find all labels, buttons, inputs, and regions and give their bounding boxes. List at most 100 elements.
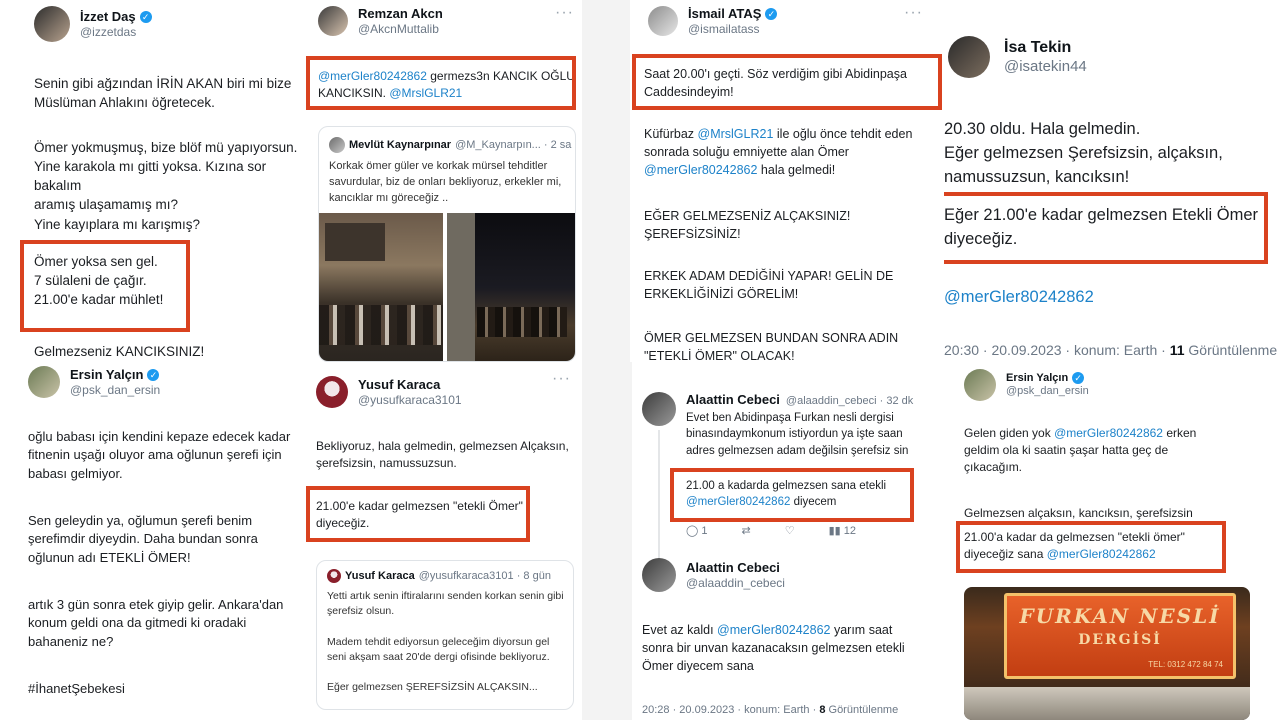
quoted-tweet[interactable]: Mevlüt Kaynarpınar @M_Kaynarpın... · 2 s… [318,126,576,362]
avatar[interactable] [642,392,676,426]
mention-link[interactable]: @merGler80242862 [944,286,1094,309]
tweet-header: Yusuf Karaca @yusufkaraca3101 [316,376,462,408]
tweet-photo[interactable]: FURKAN NESLİ DERGİSİ TEL: 0312 472 84 74 [964,587,1250,720]
tweet-text-span: Gelen giden yok [964,426,1055,440]
tweet-header: İsmail ATAŞ ✓ @ismailatass [648,6,778,36]
avatar[interactable] [642,558,676,592]
author-name[interactable]: İsmail ATAŞ [688,6,761,22]
tweet-text: Senin gibi ağzından İRİN AKAN biri mi bi… [34,76,292,111]
like-icon[interactable]: ♡ [785,524,795,537]
tweet-photo[interactable] [319,213,443,361]
reply-button[interactable]: ◯ 1 [686,524,708,537]
tweet-header: İzzet Daş ✓ @izzetdas [34,6,152,42]
tweet-card-ersin-2: Ersin Yalçın ✓ @psk_dan_ersin Gelen giden… [944,365,1280,720]
tweet-text-span: Evet az kaldı [642,623,718,637]
avatar[interactable] [964,369,996,401]
tweet-card-ersin-1: Ersin Yalçın ✓ @psk_dan_ersin oğlu babası… [0,362,300,720]
photo-bottom [964,687,1250,720]
quoted-author-name: Yusuf Karaca [345,570,415,582]
mention-link[interactable]: @MrslGLR21 [698,127,774,141]
avatar[interactable] [34,6,70,42]
avatar [329,137,345,153]
tweet-card-remzan: Remzan Akcn @AkcnMuttalib ··· @merGler80… [300,0,582,362]
quoted-tweet-text: Korkak ömer güler ve korkak mürsel tehdi… [329,160,562,204]
author-handle[interactable]: @AkcnMuttalib [358,22,443,36]
tweet-meta: 20:30 · 20.09.2023 · konum: Earth · 11 G… [944,342,1277,358]
retweet-icon[interactable]: ⇄ [742,524,751,537]
mention-link[interactable]: @merGler80242862 [717,623,830,637]
reply-count: 1 [701,525,708,537]
tweet-text: Gelmezsen alçaksın, kancıksın, şerefsizs… [964,506,1193,520]
author-handle[interactable]: @isatekin44 [1004,58,1087,76]
author-name[interactable]: Alaattin Cebeci [686,392,780,408]
tweet-text: oğlu babası için kendini kepaze edecek k… [28,429,291,481]
tweet-photo[interactable] [447,213,575,361]
more-options-icon[interactable]: ··· [904,4,923,22]
quoted-tweet[interactable]: Yusuf Karaca @yusufkaraca3101 · 8 gün Ye… [316,560,574,710]
author-name[interactable]: İsa Tekin [1004,38,1087,57]
verified-badge-icon: ✓ [147,368,160,381]
thread-line [658,430,660,560]
verified-badge-icon: ✓ [765,7,778,20]
tweet-text: Evet az kaldı @merGler80242862 yarım saa… [642,622,944,675]
quoted-tweet-text: Yetti artık senin iftiralarını senden ko… [327,590,564,694]
shop-sign: FURKAN NESLİ DERGİSİ TEL: 0312 472 84 74 [1004,593,1236,679]
avatar[interactable] [948,36,990,78]
avatar[interactable] [316,376,348,408]
author-name[interactable]: İzzet Daş [80,9,136,25]
tweet-card-ismail: İsmail ATAŞ ✓ @ismailatass ··· Saat 20.00… [630,0,944,362]
highlight-box [670,468,914,522]
author-name[interactable]: Yusuf Karaca [358,377,462,393]
author-handle[interactable]: @psk_dan_ersin [1006,385,1089,398]
tweet-card-isa: İsa Tekin @isatekin44 20.30 oldu. Hala g… [944,0,1280,365]
highlight-box [956,521,1226,573]
author-name[interactable]: Remzan Akcn [358,6,443,22]
author-handle[interactable]: @alaaddin_cebeci [686,576,785,590]
author-handle[interactable]: @yusufkaraca3101 [358,393,462,407]
sign-phone: TEL: 0312 472 84 74 [1148,660,1223,669]
tweet-header: Remzan Akcn @AkcnMuttalib [318,6,443,36]
tweet-text: artık 3 gün sonra etek giyip gelir. Anka… [28,597,284,649]
tweet-header: Ersin Yalçın ✓ @psk_dan_ersin [28,366,160,398]
avatar[interactable] [648,6,678,36]
highlight-box [20,240,190,332]
author-name[interactable]: Alaattin Cebeci [686,560,785,576]
view-label: Görüntülenme [1184,342,1278,358]
tweet-text-span: Küfürbaz [644,127,698,141]
mention-link[interactable]: @merGler80242862 [644,163,757,177]
tweet-text: Gelmezseniz KANCIKSINIZ! [34,344,205,359]
highlight-box [944,192,1268,264]
avatar [327,569,341,583]
author-handle[interactable]: @psk_dan_ersin [70,383,160,397]
tweet-card-alaattin: Alaattin Cebeci @alaaddin_cebeci · 32 dk… [632,362,944,720]
tweet-timestamp: 20:30 · 20.09.2023 · konum: Earth · [944,342,1170,358]
avatar[interactable] [28,366,60,398]
sign-subtitle: DERGİSİ [1078,632,1162,648]
tweet-header: İsa Tekin @isatekin44 [948,36,1087,78]
mention-link[interactable]: @merGler80242862 [1054,426,1163,440]
tweet-text: ÖMER GELMEZSEN BUNDAN SONRA ADIN "ETEKLİ… [644,331,899,362]
sign-title: FURKAN NESLİ [1019,604,1221,628]
author-handle[interactable]: @alaaddin_cebeci · 32 dk [786,395,913,408]
highlight-box [632,54,942,110]
author-name[interactable]: Ersin Yalçın [1006,372,1068,385]
hashtag-link[interactable]: #İhanetŞebekesi [28,680,125,698]
tweet-text: Küfürbaz @MrslGLR21 ile oğlu önce tehdit… [644,126,944,179]
tweet-text: 20.30 oldu. Hala gelmedin. Eğer gelmezse… [944,120,1223,186]
view-count: 12 [843,525,857,537]
quoted-author-handle: @yusufkaraca3101 · 8 gün [418,570,551,582]
quoted-tweet-header: Mevlüt Kaynarpınar @M_Kaynarpın... · 2 s… [329,137,571,153]
quoted-tweet-header: Yusuf Karaca @yusufkaraca3101 · 8 gün [327,569,551,583]
more-options-icon[interactable]: ··· [555,4,574,22]
highlight-box [306,56,576,110]
tweet-text: Sen geleydin ya, oğlumun şerefi benim şe… [28,513,258,565]
author-handle[interactable]: @ismailatass [688,22,777,36]
views-button[interactable]: ▮▮ 12 [829,524,856,537]
more-options-icon[interactable]: ··· [552,370,571,388]
tweet-text: EĞER GELMEZSENİZ ALÇAKSINIZ! ŞEREFSİZSİN… [644,209,851,241]
author-handle[interactable]: @izzetdas [80,25,152,39]
tweet-text: Gelen giden yok @merGler80242862 erken g… [964,425,1264,476]
avatar[interactable] [318,6,348,36]
tweet-text: Ömer yokmuşmuş, bize blöf mü yapıyorsun.… [34,140,298,232]
author-name[interactable]: Ersin Yalçın [70,367,143,383]
